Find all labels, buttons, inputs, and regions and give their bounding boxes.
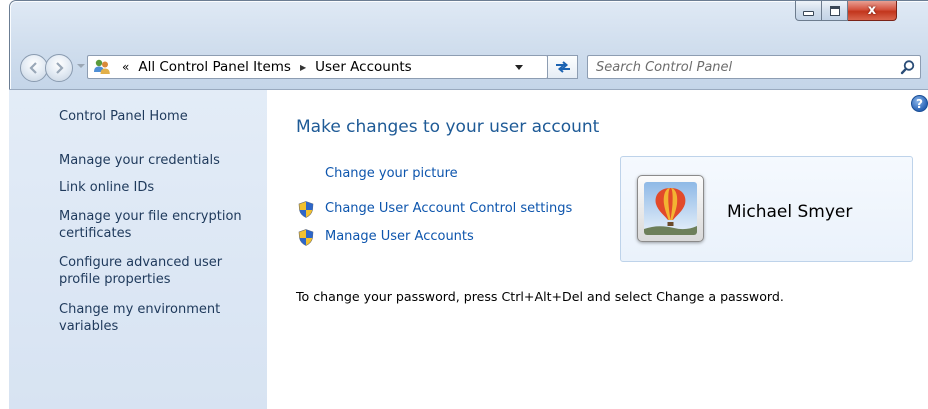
search-input[interactable] <box>596 58 876 76</box>
password-hint: To change your password, press Ctrl+Alt+… <box>296 289 784 304</box>
navigation-buttons <box>20 54 78 84</box>
avatar[interactable] <box>637 175 704 242</box>
change-picture-link[interactable]: Change your picture <box>325 166 458 181</box>
minimize-button[interactable] <box>795 1 822 21</box>
uac-shield-icon <box>298 229 314 246</box>
content-area: Control Panel Home Manage your credentia… <box>9 89 928 409</box>
breadcrumb-overflow[interactable]: « <box>122 60 129 74</box>
breadcrumb: « All Control Panel Items ▶ User Account… <box>122 59 412 75</box>
uac-settings-link[interactable]: Change User Account Control settings <box>325 201 572 216</box>
search-box[interactable] <box>587 55 921 79</box>
page-title: Make changes to your user account <box>296 117 600 137</box>
close-button[interactable]: x <box>848 1 897 21</box>
sidebar-item-control-panel-home[interactable]: Control Panel Home <box>59 108 259 125</box>
refresh-icon <box>555 61 570 73</box>
forward-arrow-icon <box>56 62 64 74</box>
refresh-button[interactable] <box>547 55 578 79</box>
sidebar-item-file-encryption[interactable]: Manage your file encryption certificates <box>59 208 249 242</box>
sidebar-item-environment-variables[interactable]: Change my environment variables <box>59 301 234 335</box>
breadcrumb-separator-icon[interactable]: ▶ <box>300 63 306 72</box>
search-icon[interactable] <box>900 59 916 75</box>
address-bar[interactable]: « All Control Panel Items ▶ User Account… <box>87 55 548 79</box>
close-icon: x <box>867 3 877 18</box>
breadcrumb-user-accounts[interactable]: User Accounts <box>315 59 412 75</box>
minimize-icon <box>803 11 814 16</box>
caption-buttons: x <box>795 1 897 22</box>
sidebar-item-link-online-ids[interactable]: Link online IDs <box>59 179 259 196</box>
user-accounts-icon <box>94 59 110 74</box>
maximize-icon <box>829 5 840 16</box>
user-name: Michael Smyer <box>727 202 853 222</box>
maximize-button[interactable] <box>822 1 848 21</box>
forward-button[interactable] <box>45 54 73 82</box>
recent-pages-dropdown-icon[interactable] <box>77 64 85 68</box>
hot-air-balloon-picture-icon <box>644 182 697 235</box>
manage-user-accounts-link[interactable]: Manage User Accounts <box>325 229 474 244</box>
sidebar-item-manage-credentials[interactable]: Manage your credentials <box>59 152 259 169</box>
address-dropdown-icon[interactable] <box>515 65 523 70</box>
sidebar-item-advanced-profile[interactable]: Configure advanced user profile properti… <box>59 254 234 288</box>
uac-shield-icon <box>298 201 314 218</box>
user-account-card: Michael Smyer <box>620 156 913 262</box>
back-button[interactable] <box>20 54 48 82</box>
back-arrow-icon <box>29 62 37 74</box>
breadcrumb-all-control-panel-items[interactable]: All Control Panel Items <box>138 59 291 75</box>
help-icon[interactable]: ? <box>911 95 928 112</box>
task-pane: Control Panel Home Manage your credentia… <box>9 90 267 409</box>
